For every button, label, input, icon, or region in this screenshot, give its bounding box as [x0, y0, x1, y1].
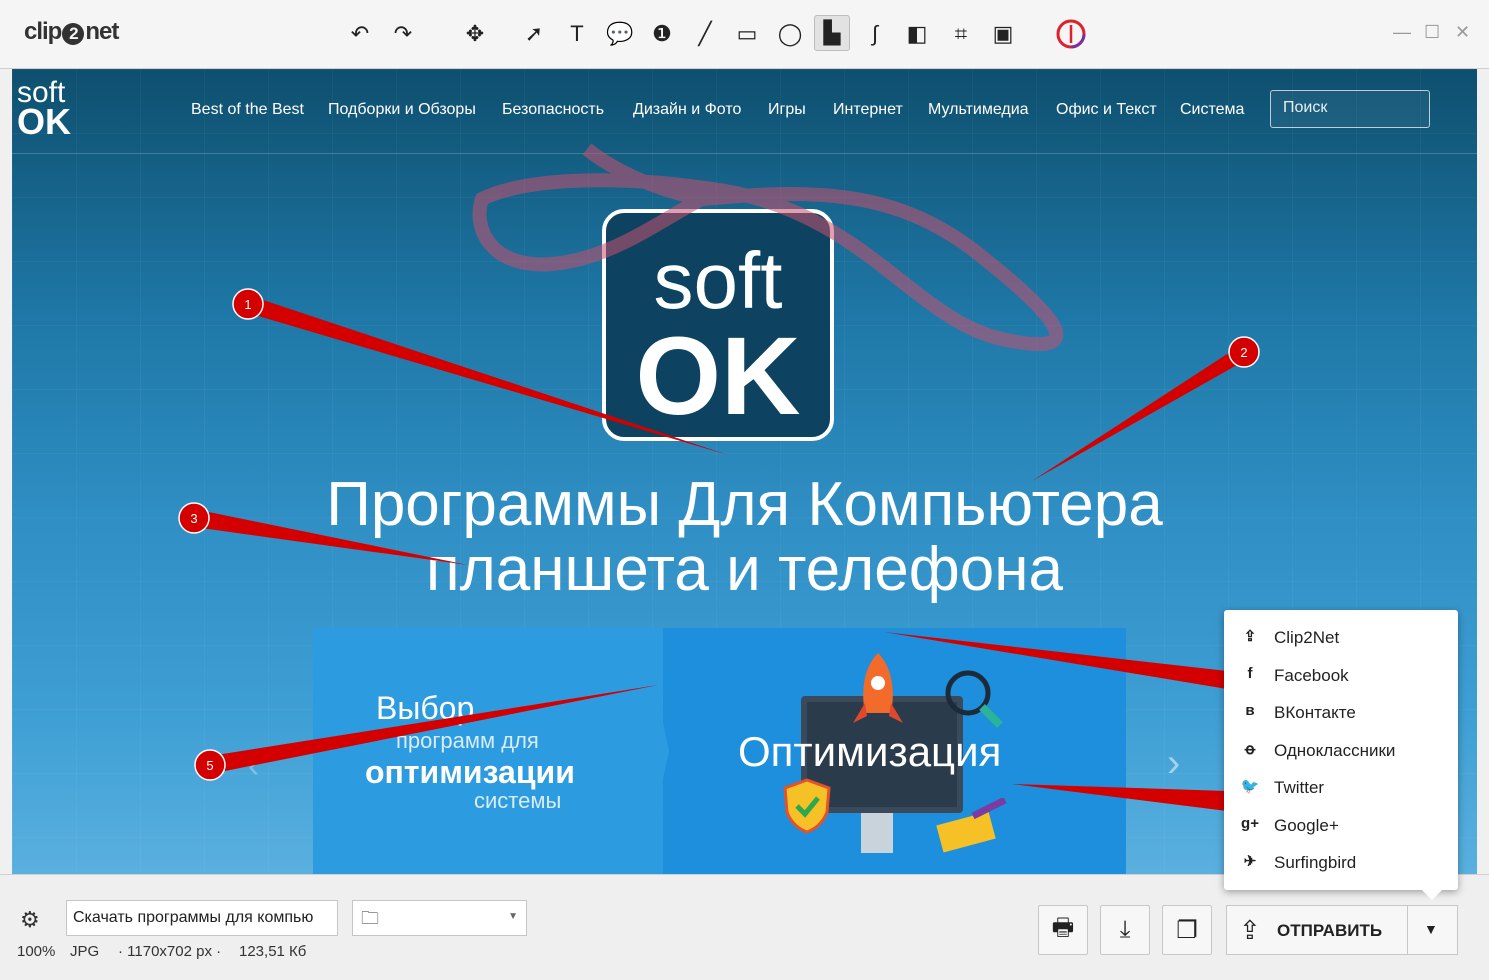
- share-item-twitter[interactable]: 🐦 Twitter: [1224, 769, 1458, 806]
- print-icon: 🖶: [1051, 913, 1075, 941]
- redo-icon[interactable]: ↷: [386, 17, 420, 51]
- download-icon: ⤓: [1119, 916, 1131, 943]
- share-item-label: Surfingbird: [1274, 853, 1357, 872]
- top-toolbar: clip 2 net ↶ ↷ ✥ ➚ T 💬 ❶ ╱ ▭ ◯ ▙ ∫ ◧ ⌗ ▣ — ☐ ✕: [0, 0, 1489, 69]
- folder-select[interactable]: 🗀 ▼: [352, 900, 527, 936]
- line-tool-icon[interactable]: ╱: [688, 17, 722, 51]
- ellipse-tool-icon[interactable]: ◯: [773, 17, 807, 51]
- copy-icon: ❐: [1176, 916, 1198, 944]
- annotation-marker-5: 5: [194, 749, 226, 781]
- share-item-label: Clip2Net: [1274, 628, 1340, 647]
- vk-icon: в: [1245, 702, 1255, 719]
- surfingbird-icon: ✈: [1243, 853, 1257, 870]
- close-icon[interactable]: ✕: [1455, 22, 1470, 43]
- odnoklassniki-icon: ꝋ: [1244, 741, 1256, 758]
- share-item-vk[interactable]: в ВКонтакте: [1224, 694, 1458, 731]
- minimize-icon[interactable]: —: [1393, 22, 1411, 43]
- color-picker-icon[interactable]: [1054, 17, 1088, 51]
- crop-tool-icon[interactable]: ⌗: [944, 17, 978, 51]
- blur-tool-icon[interactable]: ◧: [900, 17, 934, 51]
- filename-input[interactable]: Скачать программы для компью: [66, 900, 338, 936]
- googleplus-icon: g+: [1241, 815, 1259, 832]
- chevron-down-icon: ▼: [508, 911, 518, 922]
- share-item-googleplus[interactable]: g+ Google+: [1224, 807, 1458, 844]
- share-item-facebook[interactable]: f Facebook: [1224, 657, 1458, 694]
- share-item-label: Google+: [1274, 816, 1339, 835]
- send-button[interactable]: ⇪ ОТПРАВИТЬ ▼: [1226, 905, 1458, 955]
- share-item-label: Facebook: [1274, 666, 1349, 685]
- app-logo: clip 2 net: [24, 18, 119, 45]
- maximize-icon[interactable]: ☐: [1424, 22, 1440, 43]
- annotation-marker-2: 2: [1228, 336, 1260, 368]
- zoom-level: 100%: [17, 943, 56, 960]
- folder-icon: 🗀: [361, 908, 379, 928]
- svg-text:5: 5: [206, 758, 213, 773]
- rectangle-tool-icon[interactable]: ▭: [730, 17, 764, 51]
- upload-icon: ⇪: [1239, 915, 1261, 945]
- svg-text:3: 3: [190, 511, 197, 526]
- print-button[interactable]: 🖶: [1038, 905, 1088, 955]
- send-divider: [1407, 906, 1408, 954]
- image-dimensions: · 1170x702 px ·: [118, 943, 222, 960]
- svg-text:2: 2: [1240, 345, 1247, 360]
- file-format: JPG: [70, 943, 100, 960]
- resize-tool-icon[interactable]: ▣: [986, 17, 1020, 51]
- annotation-marker-3: 3: [178, 502, 210, 534]
- undo-icon[interactable]: ↶: [343, 17, 377, 51]
- share-item-clip2net[interactable]: ⇪ Clip2Net: [1224, 619, 1458, 656]
- facebook-icon: f: [1247, 665, 1253, 682]
- send-dropdown-icon[interactable]: ▼: [1424, 921, 1438, 937]
- twitter-icon: 🐦: [1240, 778, 1260, 795]
- upload-icon: ⇪: [1243, 628, 1257, 645]
- share-item-surfingbird[interactable]: ✈ Surfingbird: [1224, 844, 1458, 881]
- arrow-tool-icon[interactable]: ➚: [517, 17, 551, 51]
- svg-text:1: 1: [244, 297, 251, 312]
- share-menu: ⇪ Clip2Net f Facebook в ВКонтакте ꝋ Одноклас…: [1224, 610, 1458, 900]
- gear-icon[interactable]: ⚙: [20, 907, 40, 933]
- move-icon[interactable]: ✥: [458, 17, 492, 51]
- file-size: 123,51 Кб: [239, 943, 307, 960]
- highlighter-tool-icon[interactable]: ▙: [814, 15, 850, 51]
- share-item-label: ВКонтакте: [1274, 703, 1356, 722]
- marker-number-icon[interactable]: ❶: [645, 17, 679, 51]
- callout-tool-icon[interactable]: 💬: [603, 17, 637, 51]
- share-item-label: Одноклассники: [1274, 741, 1396, 760]
- send-label: ОТПРАВИТЬ: [1277, 921, 1383, 940]
- share-item-odnoklassniki[interactable]: ꝋ Одноклассники: [1224, 732, 1458, 769]
- share-item-label: Twitter: [1274, 778, 1325, 797]
- annotation-marker-1: 1: [232, 288, 264, 320]
- freehand-tool-icon[interactable]: ∫: [858, 17, 892, 51]
- text-tool-icon[interactable]: T: [560, 17, 594, 51]
- save-button[interactable]: ⤓: [1100, 905, 1150, 955]
- copy-button[interactable]: ❐: [1162, 905, 1212, 955]
